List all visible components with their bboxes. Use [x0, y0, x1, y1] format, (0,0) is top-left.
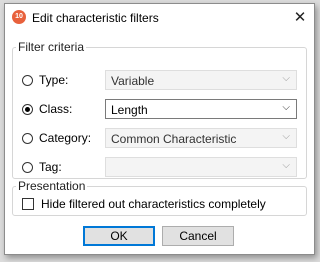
- edit-characteristic-filters-dialog: 10 Edit characteristic filters ✕ Filter …: [4, 3, 315, 255]
- presentation-group: Presentation Hide filtered out character…: [12, 179, 307, 216]
- category-radio[interactable]: [22, 133, 33, 144]
- class-select[interactable]: Length ⌵: [105, 99, 297, 119]
- category-label[interactable]: Category:: [39, 131, 91, 145]
- type-label[interactable]: Type:: [39, 73, 68, 87]
- chevron-down-icon: ⌵: [282, 131, 290, 142]
- type-select: Variable ⌵: [105, 70, 297, 90]
- hide-filtered-checkbox[interactable]: [22, 198, 34, 210]
- hide-filtered-label[interactable]: Hide filtered out characteristics comple…: [41, 197, 266, 211]
- presentation-legend: Presentation: [18, 179, 86, 193]
- filter-criteria-group: Filter criteria Type: Variable ⌵ Class: …: [12, 40, 307, 179]
- filter-criteria-legend: Filter criteria: [18, 40, 85, 54]
- type-radio[interactable]: [22, 75, 33, 86]
- chevron-down-icon: ⌵: [282, 102, 290, 113]
- tag-radio[interactable]: [22, 162, 33, 173]
- dialog-title: Edit characteristic filters: [32, 11, 159, 25]
- class-radio[interactable]: [22, 104, 33, 115]
- tag-label[interactable]: Tag:: [39, 160, 62, 174]
- app-logo-icon: 10: [12, 10, 26, 24]
- tag-select: ⌵: [105, 157, 297, 177]
- category-select: Common Characteristic ⌵: [105, 128, 297, 148]
- ok-button[interactable]: OK: [83, 226, 155, 246]
- class-label[interactable]: Class:: [39, 102, 72, 116]
- chevron-down-icon: ⌵: [282, 160, 290, 171]
- chevron-down-icon: ⌵: [282, 73, 290, 84]
- title-bar: 10 Edit characteristic filters ✕: [5, 4, 314, 32]
- category-select-value: Common Characteristic: [111, 132, 237, 146]
- class-select-value: Length: [111, 103, 148, 117]
- type-select-value: Variable: [111, 74, 155, 88]
- cancel-button[interactable]: Cancel: [162, 226, 234, 246]
- close-button[interactable]: ✕: [286, 4, 314, 32]
